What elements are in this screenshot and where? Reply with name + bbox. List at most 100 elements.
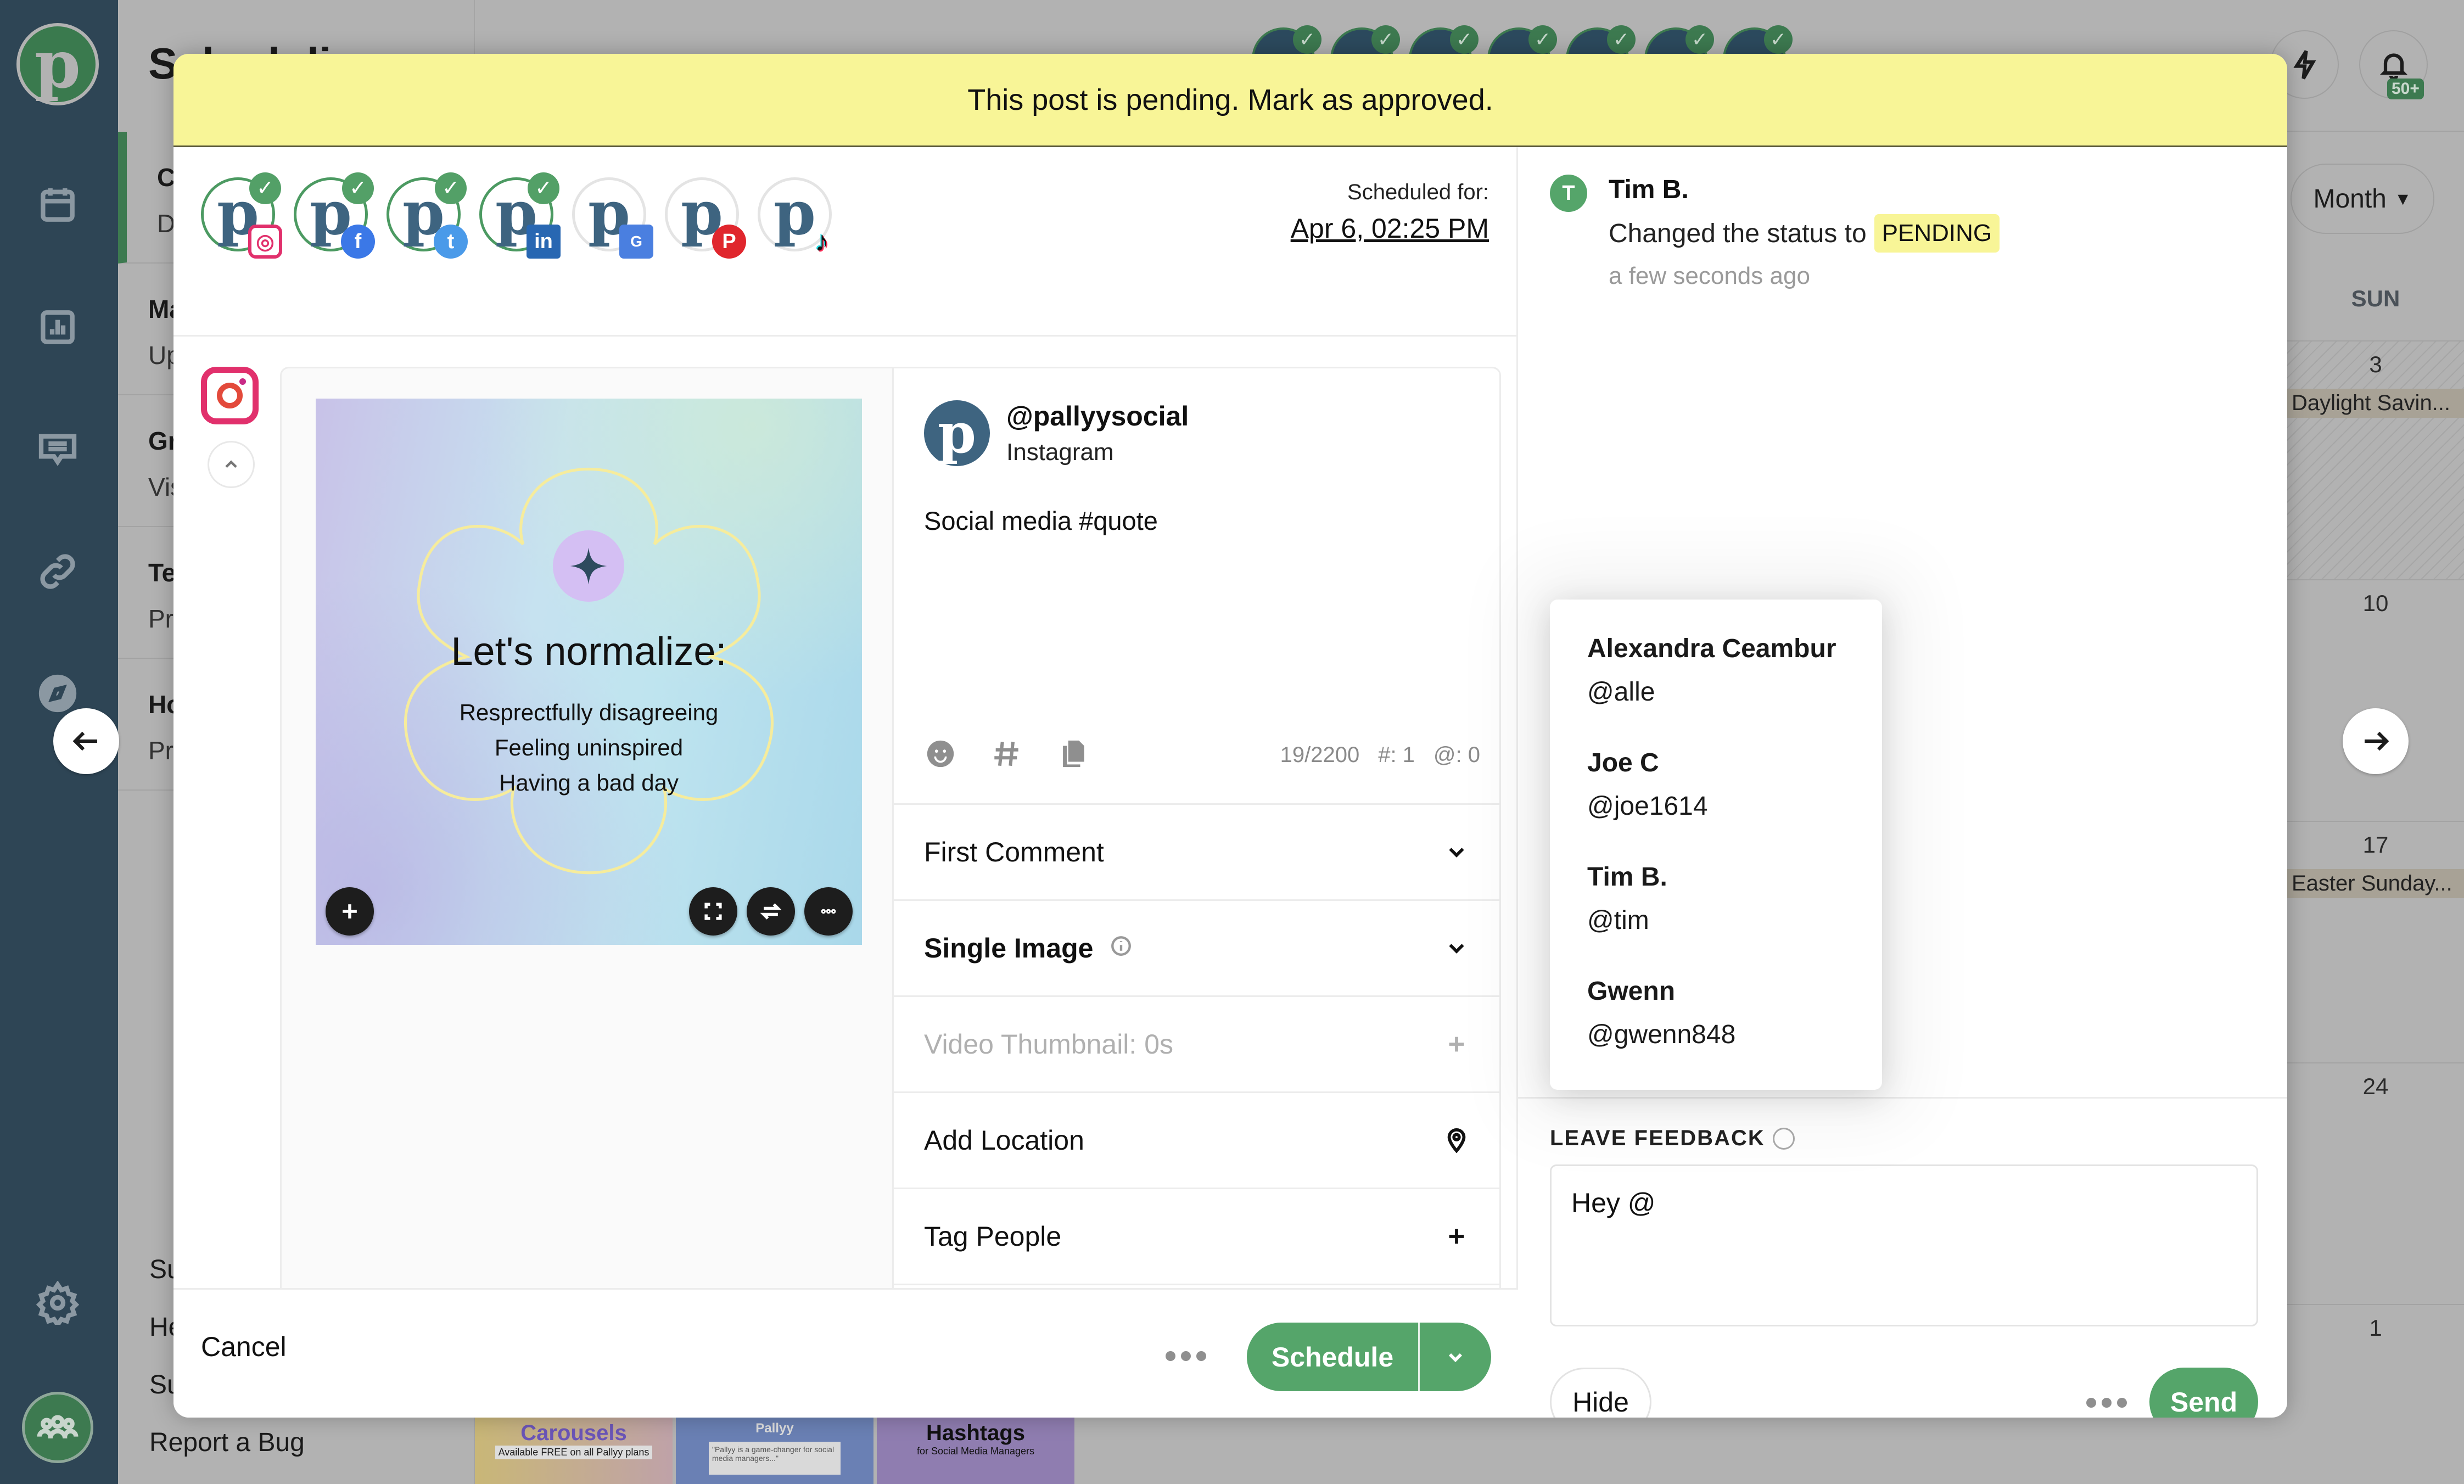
thumbnail-subtitle: Available FREE on all Pallyy plans [495, 1446, 653, 1459]
option-label: Video Thumbnail: 0s [924, 1029, 1174, 1060]
account-instagram[interactable]: p ✓ ◎ [201, 172, 282, 259]
post-thumbnail[interactable]: Hashtags for Social Media Managers [877, 1418, 1074, 1484]
mention-option[interactable]: Joe C @joe1614 [1550, 748, 1882, 862]
mention-handle: @alle [1587, 677, 1655, 707]
hashtag-icon [994, 741, 1018, 766]
thumbnail-subtitle: "Pallyy is a game-changer for social med… [709, 1442, 841, 1475]
approval-banner[interactable]: This post is pending. Mark as approved. [173, 54, 2287, 147]
caption-input[interactable]: Social media #quote [924, 506, 1473, 536]
crop-button[interactable] [689, 887, 737, 936]
previous-post-button[interactable] [53, 708, 119, 774]
scheduled-date-link[interactable]: Apr 6, 02:25 PM [1291, 212, 1489, 244]
feedback-label: LEAVE FEEDBACK [1550, 1126, 1795, 1151]
arrow-left-icon [72, 731, 97, 751]
view-selector[interactable]: Month ▼ [2291, 164, 2434, 234]
cancel-button[interactable]: Cancel [201, 1331, 287, 1363]
first-comment-row[interactable]: First Comment [894, 805, 1499, 901]
calendar-event[interactable]: Daylight Savin... [2287, 389, 2464, 418]
image-line: Resprectfully disagreeing [459, 699, 719, 725]
sidebar-item-feedback[interactable] [34, 425, 81, 473]
account-tiktok[interactable]: p ♪ [758, 177, 832, 257]
plus-icon [1449, 1229, 1464, 1244]
mention-suggestions: Alexandra Ceambur @alle Joe C @joe1614 T… [1550, 600, 1882, 1090]
mention-option[interactable]: Gwenn @gwenn848 [1550, 976, 1882, 1090]
calendar-cell[interactable]: 10 [2287, 579, 2464, 821]
calendar-cell[interactable]: 3 Daylight Savin... [2287, 340, 2464, 579]
crop-icon [704, 903, 722, 920]
post-image[interactable]: Let's normalize: Resprectfully disagreei… [316, 399, 862, 945]
feedback-icon [38, 434, 77, 466]
more-media-options-button[interactable] [804, 887, 853, 936]
more-options-button[interactable] [1166, 1351, 1206, 1361]
link-icon [40, 554, 75, 589]
schedule-button[interactable]: Schedule [1247, 1323, 1420, 1391]
mention-option[interactable]: Alexandra Ceambur @alle [1550, 634, 1882, 748]
check-icon: ✓ [249, 172, 281, 204]
check-icon: ✓ [342, 172, 374, 204]
caret-down-icon: ▼ [2394, 188, 2412, 209]
feedback-input[interactable]: Hey @ [1550, 1164, 2258, 1326]
info-icon[interactable] [1772, 1127, 1795, 1150]
add-location-row[interactable]: Add Location [894, 1093, 1499, 1189]
instagram-tab-icon[interactable] [201, 367, 259, 424]
feedback-section: LEAVE FEEDBACK Hey @ Hide Send [1518, 1097, 2287, 1418]
dot [2102, 1398, 2112, 1408]
collapse-button[interactable] [208, 441, 255, 488]
post-thumbnail[interactable]: Carousels Available FREE on all Pallyy p… [475, 1418, 673, 1484]
mention-count: @: 0 [1433, 743, 1480, 767]
send-button[interactable]: Send [2149, 1368, 2258, 1418]
sidebar-item-links[interactable] [34, 548, 81, 595]
panel-item-title: C [157, 163, 176, 192]
post-thumbnail[interactable]: Pallyy "Pallyy is a game-changer for soc… [676, 1418, 873, 1484]
emoji-button[interactable] [924, 737, 957, 770]
account-pinterest[interactable]: p P [665, 177, 746, 259]
hashtag-button[interactable] [990, 737, 1023, 770]
calendar-cell[interactable]: 17 Easter Sunday... [2287, 821, 2464, 1062]
info-icon[interactable] [1110, 932, 1133, 964]
google-business-icon: G [619, 225, 653, 259]
account-google-business[interactable]: p G [572, 177, 653, 259]
sidebar-item-settings[interactable] [34, 1279, 81, 1326]
account-linkedin[interactable]: p ✓ in [479, 172, 561, 259]
mention-handle: @gwenn848 [1587, 1020, 1736, 1049]
add-media-button[interactable] [326, 887, 374, 936]
emoji-icon [927, 740, 954, 768]
sidebar-item-analytics[interactable] [34, 304, 81, 351]
account-facebook[interactable]: p ✓ f [294, 172, 375, 259]
next-post-button[interactable] [2343, 708, 2409, 774]
thumbnail-title: Hashtags [926, 1421, 1026, 1445]
status-badge: PENDING [1874, 214, 2000, 253]
tag-people-row[interactable]: Tag People [894, 1189, 1499, 1285]
team-button[interactable] [22, 1392, 93, 1463]
caption-editor: p @pallyysocial Instagram Social media #… [894, 368, 1499, 805]
swap-media-button[interactable] [747, 887, 795, 936]
activity-text: Changed the status to PENDING [1609, 214, 2000, 253]
feedback-more-button[interactable] [2086, 1398, 2127, 1408]
mention-name: Alexandra Ceambur [1587, 634, 1836, 663]
report-bug-link[interactable]: Report a Bug [149, 1427, 305, 1458]
video-thumbnail-row[interactable]: Video Thumbnail: 0s [894, 997, 1499, 1093]
single-image-row[interactable]: Single Image [894, 901, 1499, 997]
hide-button[interactable]: Hide [1550, 1368, 1651, 1418]
calendar-day-header: SUN [2351, 285, 2400, 311]
calendar-day-number: 1 [2369, 1315, 2382, 1341]
scheduled-time: Scheduled for: Apr 6, 02:25 PM [1291, 180, 1489, 244]
mention-name: Joe C [1587, 748, 1659, 777]
divider [173, 335, 1516, 337]
sidebar-item-calendar[interactable] [34, 181, 81, 228]
schedule-dropdown-button[interactable] [1420, 1323, 1491, 1391]
more-horizontal-icon [821, 909, 836, 914]
option-label: Single Image [924, 933, 1094, 964]
calendar-event[interactable]: Easter Sunday... [2287, 869, 2464, 898]
account-selector: p ✓ ◎ p ✓ f p ✓ t p ✓ in p G p P p ♪ [201, 172, 832, 259]
thumbnail-title: Pallyy [755, 1421, 794, 1436]
mention-option[interactable]: Tim B. @tim [1550, 862, 1882, 976]
calendar-cell[interactable]: 1 [2287, 1304, 2464, 1484]
platform-tabs [173, 337, 280, 1344]
copy-button[interactable] [1056, 737, 1089, 770]
caption-toolbar [924, 737, 1089, 770]
pallyy-logo[interactable]: p [16, 23, 99, 105]
user-avatar: T [1550, 175, 1587, 212]
calendar-cell[interactable]: 24 [2287, 1062, 2464, 1304]
account-twitter[interactable]: p ✓ t [387, 172, 468, 259]
